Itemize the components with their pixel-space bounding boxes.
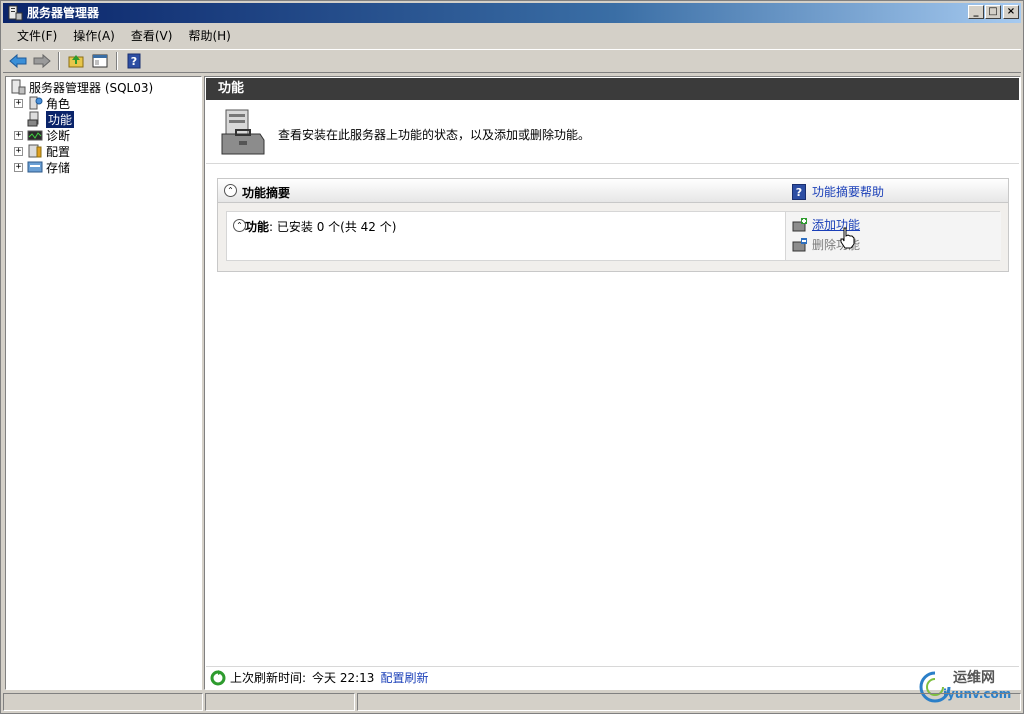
features-toolbox-icon — [221, 109, 265, 155]
close-button[interactable]: × — [1003, 5, 1019, 19]
roles-icon — [29, 96, 43, 110]
collapse-section-button[interactable]: ⌃ — [224, 184, 237, 197]
server-manager-window: 服务器管理器 _ □ × 文件(F) 操作(A) 查看(V) 帮助(H) ? 服… — [0, 0, 1024, 714]
details-pane: 功能 查看安装在此服务器上功能的状态，以及添加或删除功能。 ⌃ 功能摘要 ? 功… — [204, 76, 1021, 690]
toolbar-separator — [58, 52, 60, 70]
tree-item-label: 角色 — [46, 96, 71, 111]
expand-toggle[interactable]: + — [14, 162, 23, 172]
configuration-icon — [28, 144, 42, 158]
toolbar: ? — [3, 49, 1021, 73]
server-manager-icon — [11, 79, 26, 95]
window-controls: _ □ × — [967, 5, 1019, 21]
features-label: 功能 — [245, 220, 270, 234]
features-summary-help-link[interactable]: ? 功能摘要帮助 — [792, 183, 884, 200]
svg-text:?: ? — [131, 55, 137, 68]
diagnostics-icon — [27, 130, 43, 141]
status-bar — [3, 693, 1021, 713]
tree-item-label: 功能 — [46, 110, 75, 128]
last-refresh-time: 今天 22:13 — [312, 671, 375, 685]
menu-bar: 文件(F) 操作(A) 查看(V) 帮助(H) — [3, 25, 1021, 47]
features-detail-panel: ⌃ 功能: 已安装 0 个(共 42 个) 添加功能 删除功能 — [226, 211, 1001, 261]
refresh-status-bar: 上次刷新时间: 今天 22:13 配置刷新 — [206, 666, 1019, 688]
expand-toggle[interactable]: + — [14, 98, 23, 108]
forward-arrow-icon — [33, 53, 51, 69]
status-panel — [357, 693, 1021, 711]
menu-action[interactable]: 操作(A) — [65, 26, 123, 46]
back-button[interactable] — [7, 51, 29, 71]
watermark-cn-text: 运维网 — [953, 670, 995, 686]
show-hide-console-tree-button[interactable] — [89, 51, 111, 71]
expand-toggle[interactable]: + — [14, 130, 23, 140]
status-panel — [3, 693, 203, 711]
remove-feature-icon — [792, 237, 807, 251]
expand-toggle[interactable]: + — [14, 146, 23, 156]
tree-item-label: 配置 — [46, 144, 71, 159]
maximize-button[interactable]: □ — [985, 5, 1001, 19]
section-header: ⌃ 功能摘要 ? 功能摘要帮助 — [218, 179, 1008, 203]
console-tree-icon — [92, 54, 108, 68]
help-icon: ? — [127, 53, 141, 69]
window-title: 服务器管理器 — [27, 6, 100, 20]
features-icon — [27, 111, 39, 127]
console-tree: 服务器管理器 (SQL03) + 角色 功能 + 诊断 + 配置 + 存储 — [5, 76, 202, 690]
server-manager-icon — [8, 5, 23, 21]
help-icon: ? — [792, 183, 806, 200]
page-title: 功能 — [206, 78, 1019, 100]
folder-up-icon — [68, 55, 84, 68]
menu-help[interactable]: 帮助(H) — [180, 26, 238, 46]
tree-item-storage[interactable]: + 存储 — [14, 159, 70, 175]
tree-root[interactable]: 服务器管理器 (SQL03) — [10, 79, 153, 95]
tree-item-diagnostics[interactable]: + 诊断 — [14, 127, 70, 143]
menu-file[interactable]: 文件(F) — [9, 26, 65, 46]
features-count-text: : 已安装 0 个(共 42 个) — [269, 220, 397, 234]
tree-root-label: 服务器管理器 (SQL03) — [29, 80, 154, 95]
storage-icon — [27, 161, 43, 173]
intro-text: 查看安装在此服务器上功能的状态，以及添加或删除功能。 — [278, 128, 591, 142]
features-summary-section: ⌃ 功能摘要 ? 功能摘要帮助 ⌃ 功能: 已安装 0 个(共 42 个) 添加… — [217, 178, 1009, 272]
help-button[interactable]: ? — [123, 51, 145, 71]
tree-item-features[interactable]: 功能 — [27, 110, 75, 128]
configure-refresh-link[interactable]: 配置刷新 — [380, 669, 428, 686]
up-level-button[interactable] — [65, 51, 87, 71]
tree-item-label: 存储 — [46, 160, 71, 175]
forward-button[interactable] — [31, 51, 53, 71]
title-bar[interactable]: 服务器管理器 _ □ × — [3, 3, 1021, 23]
tree-item-configuration[interactable]: + 配置 — [14, 143, 70, 159]
features-installed-status: 功能: 已安装 0 个(共 42 个) — [245, 218, 396, 235]
hand-cursor-icon — [840, 227, 855, 249]
back-arrow-icon — [9, 53, 27, 69]
actions-panel: 添加功能 删除功能 — [785, 212, 1001, 260]
help-link-label: 功能摘要帮助 — [812, 185, 885, 199]
last-refresh-label: 上次刷新时间: — [230, 671, 307, 685]
section-title: 功能摘要 — [242, 186, 291, 200]
minimize-button[interactable]: _ — [968, 5, 984, 19]
tree-item-roles[interactable]: + 角色 — [14, 95, 70, 111]
menu-view[interactable]: 查看(V) — [123, 26, 181, 46]
refresh-icon — [210, 669, 226, 685]
toolbar-separator — [116, 52, 118, 70]
status-panel — [205, 693, 355, 711]
intro-banner: 查看安装在此服务器上功能的状态，以及添加或删除功能。 — [206, 100, 1019, 164]
add-feature-icon — [792, 217, 807, 231]
tree-item-label: 诊断 — [46, 128, 71, 143]
